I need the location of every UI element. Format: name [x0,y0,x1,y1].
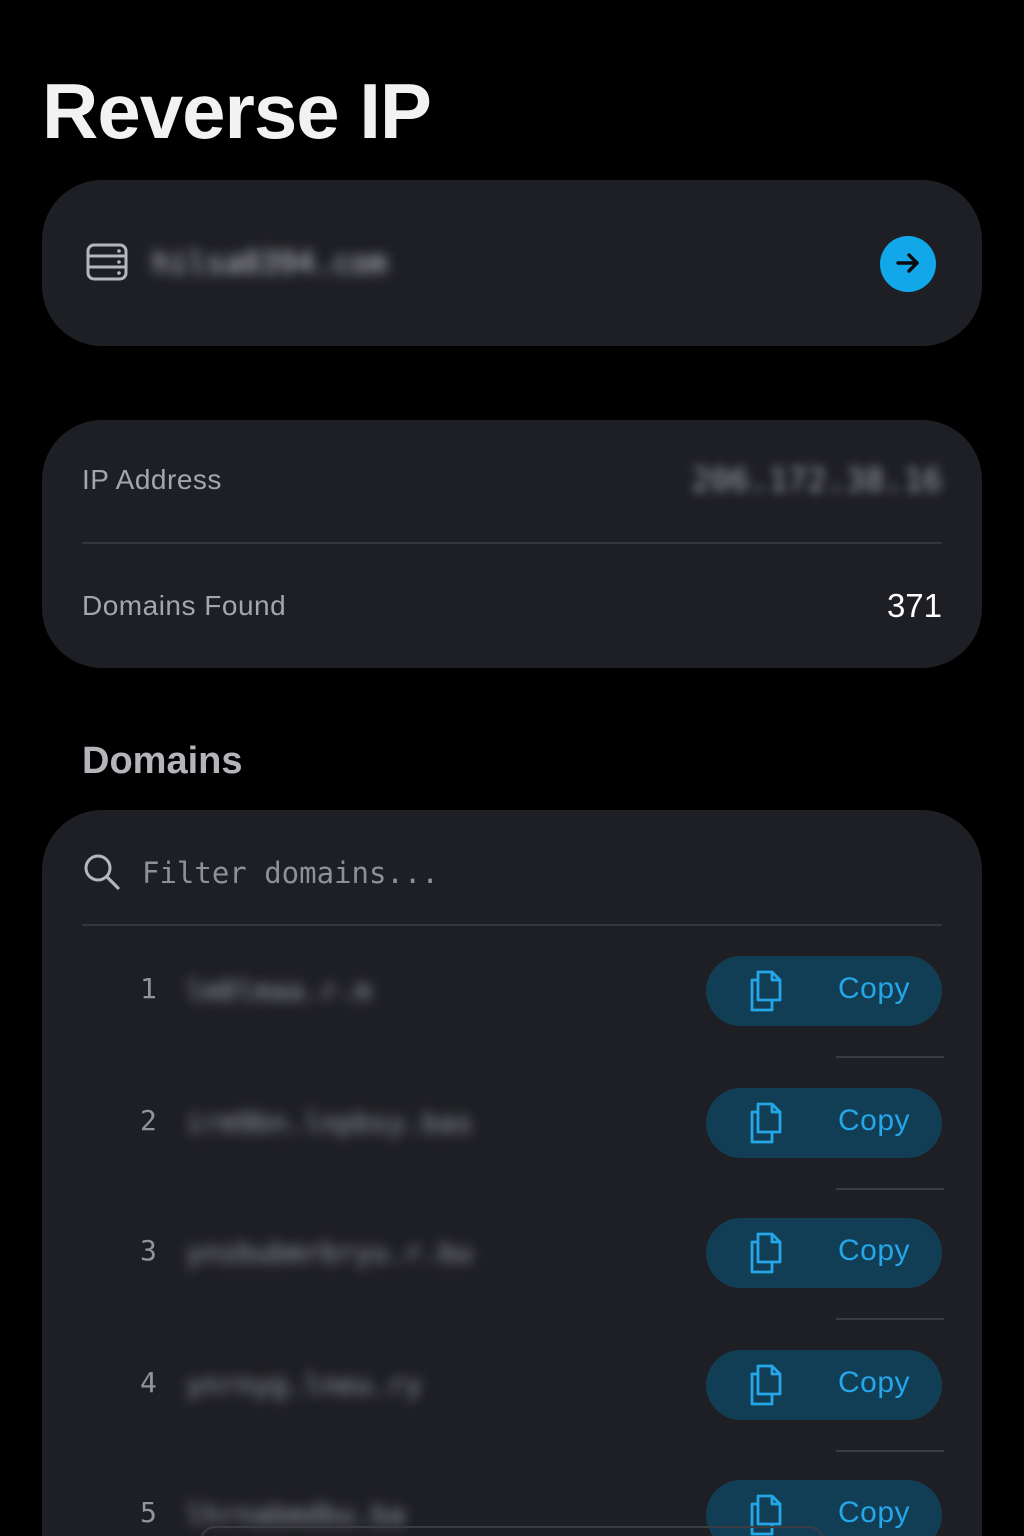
copy-label: Copy [838,1496,911,1529]
copy-icon [742,1228,792,1278]
domains-found-row: Domains Found 371 [82,576,942,636]
domain-input[interactable] [152,240,452,286]
divider [82,542,942,544]
ip-address-row: IP Address 206.172.38.16 [82,450,942,510]
summary-card: IP Address 206.172.38.16 Domains Found 3… [42,420,982,668]
copy-button[interactable]: Copy [706,1088,942,1158]
copy-label: Copy [838,1366,911,1399]
row-number: 3 [140,1234,157,1267]
page-title: Reverse IP [42,67,432,155]
domain-name: irm9bn.lnpbsy.bas [186,1106,473,1139]
copy-label: Copy [838,972,911,1005]
row-number: 5 [140,1496,157,1529]
arrow-right-icon [891,246,925,283]
copy-label: Copy [838,1234,911,1267]
domain-name: lm0lmaa.r.m [186,974,372,1007]
copy-icon [742,1098,792,1148]
home-indicator [200,1526,824,1536]
row-number: 4 [140,1366,157,1399]
list-item: 4 ynrnyg.lneu.ry Copy [42,1350,982,1422]
domains-found-label: Domains Found [82,590,287,621]
divider [82,924,942,926]
domain-name: ynrnyg.lneu.ry [186,1368,423,1401]
domain-name: ynsbubmrbryu.r.bu [186,1236,473,1269]
domains-list-card: 1 lm0lmaa.r.m Copy 2 irm9bn.lnpbsy.bas [42,810,982,1536]
copy-icon [742,966,792,1016]
server-icon [86,242,128,282]
ip-address-label: IP Address [82,464,222,495]
reverse-ip-screen: Reverse IP IP Address 206 [0,0,1024,1536]
domains-found-count: 371 [886,587,942,624]
copy-button[interactable]: Copy [706,956,942,1026]
domains-heading: Domains [82,740,243,782]
lookup-card [42,180,982,346]
row-number: 1 [140,972,157,1005]
list-item: 1 lm0lmaa.r.m Copy [42,956,982,1028]
row-number: 2 [140,1104,157,1137]
lookup-button[interactable] [880,236,936,292]
ip-address-value: 206.172.38.16 [691,461,942,499]
copy-button[interactable]: Copy [706,1218,942,1288]
list-item: 3 ynsbubmrbryu.r.bu Copy [42,1218,982,1290]
list-item: 2 irm9bn.lnpbsy.bas Copy [42,1088,982,1160]
copy-icon [742,1360,792,1410]
copy-button[interactable]: Copy [706,1350,942,1420]
divider [836,1056,944,1058]
divider [836,1188,944,1190]
divider [836,1318,944,1320]
divider [836,1450,944,1452]
copy-label: Copy [838,1104,911,1137]
search-icon [82,852,122,892]
filter-domains-input[interactable] [142,850,842,896]
